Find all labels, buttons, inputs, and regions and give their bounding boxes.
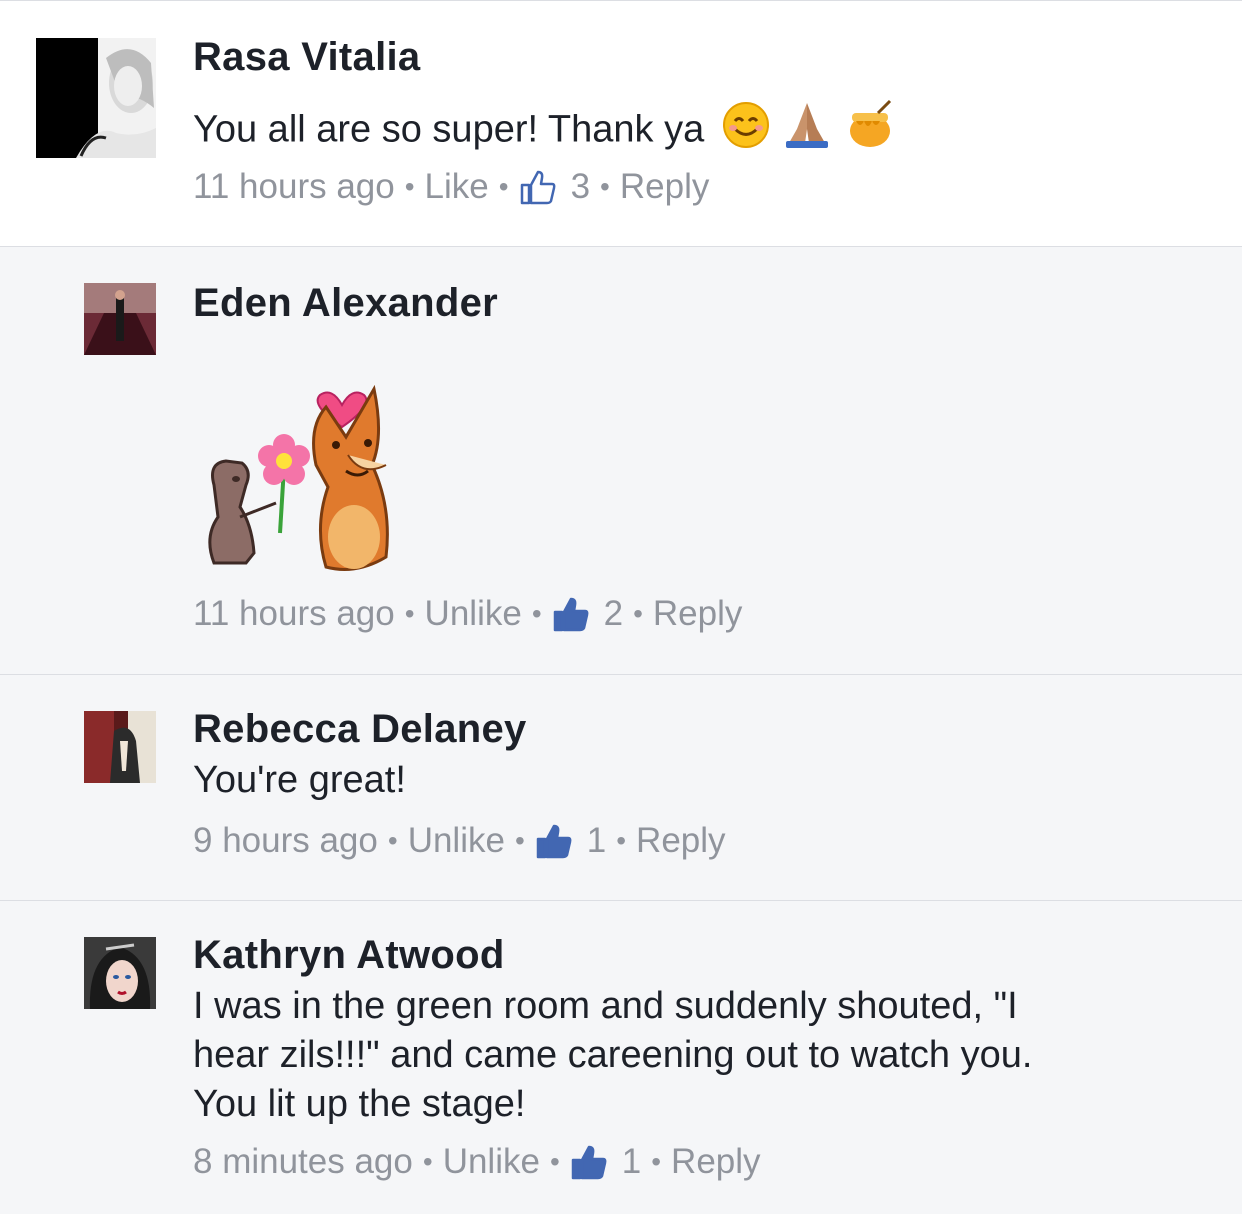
thumbs-up-icon[interactable]: [570, 1143, 608, 1181]
comment-body: You all are so super! Thank ya: [193, 108, 705, 151]
avatar[interactable]: [36, 38, 156, 158]
reply-link[interactable]: Reply: [620, 167, 709, 207]
profile-photo-icon: [84, 283, 156, 355]
profile-photo-icon: [84, 937, 156, 1009]
avatar[interactable]: [84, 283, 156, 355]
folded-hands-emoji: [781, 99, 833, 164]
comment-kathryn-atwood: Kathryn Atwood I was in the green room a…: [0, 901, 1242, 1214]
comment-meta: 9 hours ago • Unlike • 1 • Reply: [193, 821, 726, 861]
separator: •: [422, 1146, 433, 1177]
comment-rasa-vitalia: Rasa Vitalia You all are so super! Thank…: [0, 0, 1242, 247]
separator: •: [616, 825, 627, 856]
separator: •: [514, 825, 525, 856]
comment-author[interactable]: Rasa Vitalia: [193, 35, 420, 80]
timestamp[interactable]: 9 hours ago: [193, 821, 378, 861]
comment-eden-alexander: Eden Alexander 11 hours ago • Unlike • 2…: [0, 247, 1242, 675]
separator: •: [404, 171, 415, 202]
honey-pot-emoji: [844, 99, 896, 164]
reply-link[interactable]: Reply: [636, 821, 725, 861]
comment-line: I was in the green room and suddenly sho…: [193, 985, 1018, 1027]
separator: •: [387, 825, 398, 856]
timestamp[interactable]: 11 hours ago: [193, 594, 395, 634]
comment-author[interactable]: Eden Alexander: [193, 281, 498, 326]
profile-photo-icon: [36, 38, 156, 158]
comment-line: hear zils!!!" and came careening out to …: [193, 1034, 1033, 1076]
thumbs-up-icon[interactable]: [519, 168, 557, 206]
avatar[interactable]: [84, 937, 156, 1009]
unlike-link[interactable]: Unlike: [408, 821, 505, 861]
comment-body: You're great!: [193, 759, 406, 801]
separator: •: [531, 598, 542, 629]
unlike-link[interactable]: Unlike: [443, 1142, 540, 1182]
timestamp[interactable]: 11 hours ago: [193, 167, 395, 207]
like-count[interactable]: 3: [571, 167, 590, 207]
reply-link[interactable]: Reply: [653, 594, 742, 634]
smiling-face-emoji: [721, 100, 771, 163]
dog-giving-flower-sticker: [196, 367, 406, 577]
timestamp[interactable]: 8 minutes ago: [193, 1142, 413, 1182]
profile-photo-icon: [84, 711, 156, 783]
unlike-link[interactable]: Unlike: [425, 594, 522, 634]
comment-body: I was in the green room and suddenly sho…: [193, 982, 1032, 1129]
comment-meta: 11 hours ago • Like • 3 • Reply: [193, 167, 709, 207]
comment-meta: 8 minutes ago • Unlike • 1 • Reply: [193, 1142, 761, 1182]
like-count[interactable]: 2: [604, 594, 623, 634]
comment-author[interactable]: Rebecca Delaney: [193, 707, 527, 752]
reply-link[interactable]: Reply: [671, 1142, 760, 1182]
comment-meta: 11 hours ago • Unlike • 2 • Reply: [193, 594, 742, 634]
comment-line: You lit up the stage!: [193, 1083, 526, 1125]
avatar[interactable]: [84, 711, 156, 783]
like-link[interactable]: Like: [425, 167, 489, 207]
thumbs-up-icon[interactable]: [552, 595, 590, 633]
separator: •: [404, 598, 415, 629]
thumbs-up-icon[interactable]: [535, 822, 573, 860]
comment-text: You all are so super! Thank ya: [193, 99, 896, 164]
separator: •: [651, 1146, 662, 1177]
comment-author[interactable]: Kathryn Atwood: [193, 933, 505, 978]
separator: •: [600, 171, 610, 202]
separator: •: [633, 598, 643, 629]
like-count[interactable]: 1: [622, 1142, 641, 1182]
like-count[interactable]: 1: [587, 821, 606, 861]
separator: •: [549, 1146, 560, 1177]
separator: •: [498, 171, 509, 202]
comment-rebecca-delaney: Rebecca Delaney You're great! 9 hours ag…: [0, 675, 1242, 901]
